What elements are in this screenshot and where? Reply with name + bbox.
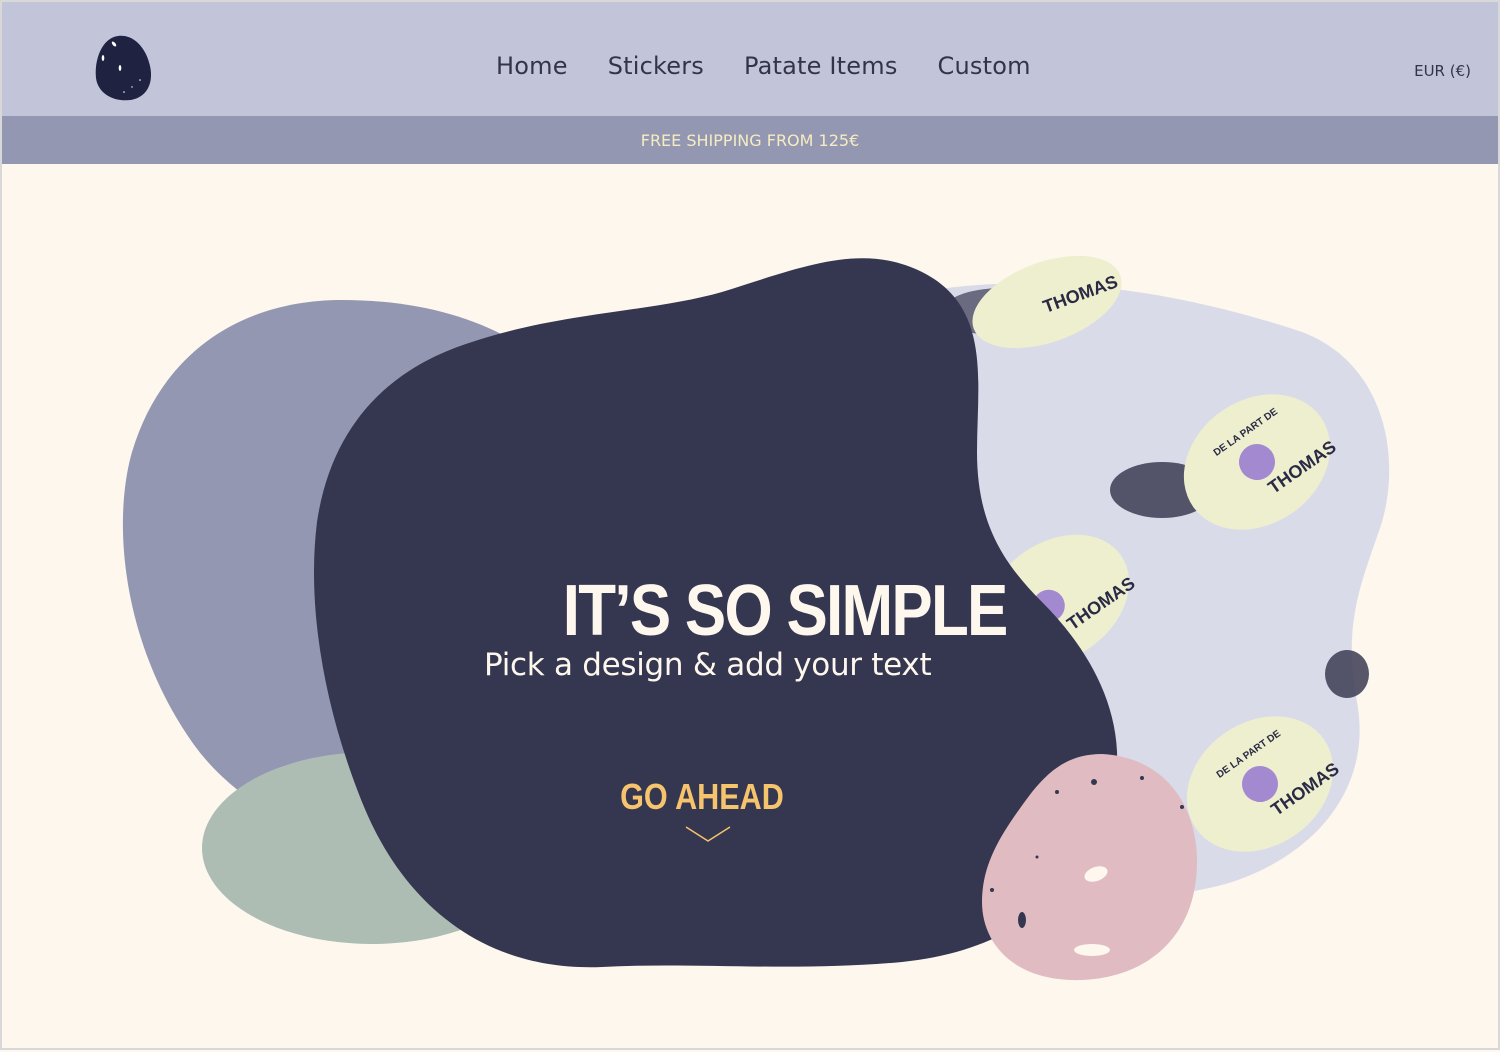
nav-stickers[interactable]: Stickers [608,52,704,80]
shipping-banner: FREE SHIPPING FROM 125€ [2,116,1498,164]
shipping-banner-text: FREE SHIPPING FROM 125€ [640,130,860,150]
currency-selector[interactable]: EUR (€) [1414,62,1471,80]
potato-logo-icon[interactable] [90,32,156,104]
nav-home[interactable]: Home [496,52,568,80]
chevron-down-icon[interactable] [685,824,731,844]
go-ahead-button[interactable]: GO AHEAD [617,776,787,818]
main-nav: Home Stickers Patate Items Custom [496,52,1031,80]
nav-patate-items[interactable]: Patate Items [744,52,898,80]
site-header: Home Stickers Patate Items Custom EUR (€… [2,2,1498,116]
hero-title: IT’S SO SIMPLE [562,571,1009,651]
nav-custom[interactable]: Custom [938,52,1031,80]
hero-subtitle: Pick a design & add your text [484,647,932,683]
